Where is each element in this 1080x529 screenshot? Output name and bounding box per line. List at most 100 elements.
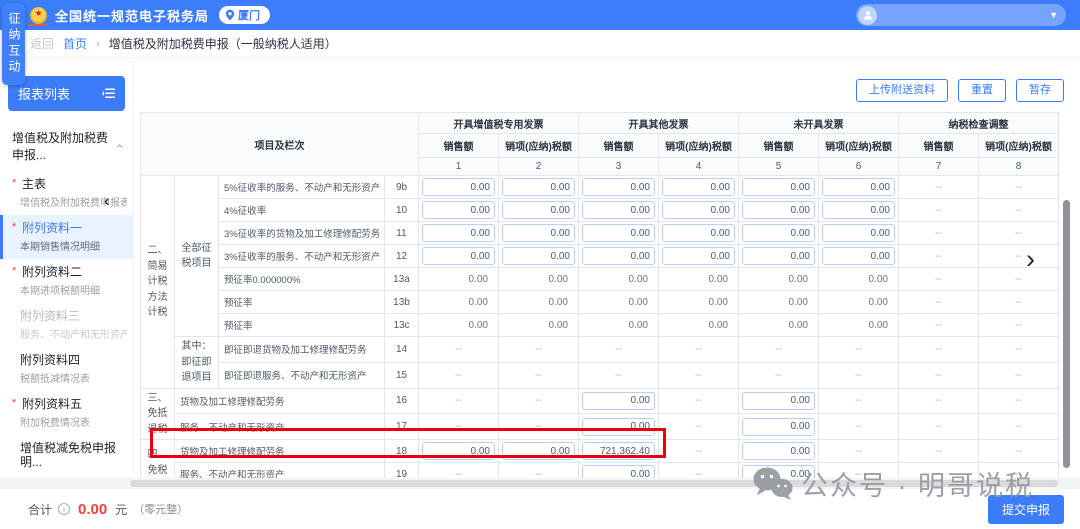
location-badge[interactable]: 厦门: [219, 6, 271, 24]
sidebar-item[interactable]: 附列资料四税额抵减情况表: [0, 347, 133, 391]
empty-cell: --: [935, 296, 942, 308]
user-account-pill[interactable]: ▼: [856, 4, 1066, 26]
amount-input[interactable]: [502, 442, 575, 460]
amount-readonly: 0.00: [548, 273, 568, 285]
reset-button[interactable]: 重置: [958, 79, 1006, 103]
back-button[interactable]: 返回: [30, 35, 54, 52]
amount-input[interactable]: [742, 247, 815, 265]
upload-attachment-button[interactable]: 上传附送资料: [856, 79, 948, 103]
declaration-table: 项目及栏次 开具增值税专用发票 开具其他发票 未开具发票 纳税检查调整 销售额 销项(应纳)…: [140, 112, 1059, 486]
submit-declaration-button[interactable]: 提交申报: [987, 494, 1064, 524]
interaction-side-tab[interactable]: 征纳互动: [2, 3, 25, 85]
amount-input[interactable]: [582, 442, 655, 460]
required-asterisk: *: [12, 397, 17, 409]
amount-input[interactable]: [502, 178, 575, 196]
vertical-scrollbar[interactable]: [1063, 200, 1070, 468]
row-item-name: 4%征收率: [218, 198, 385, 222]
amount-input[interactable]: [662, 224, 735, 242]
amount-input[interactable]: [582, 417, 655, 436]
required-asterisk: *: [12, 265, 17, 277]
col-group-header: 未开具发票: [738, 112, 899, 134]
amount-input[interactable]: [742, 442, 815, 460]
amount-readonly: 0.00: [788, 296, 808, 308]
empty-cell: --: [775, 369, 782, 381]
row-number: 14: [384, 336, 419, 363]
amount-readonly: 0.00: [628, 296, 648, 308]
amount-input[interactable]: [582, 201, 655, 219]
amount-input[interactable]: [502, 247, 575, 265]
sidebar-item[interactable]: * 主表 增值税及附加税费申报表: [0, 171, 133, 215]
sidebar-collapse-icon[interactable]: ‹: [104, 192, 110, 209]
chevron-up-icon: [116, 144, 123, 148]
row-group-label: 二、简易计税方法计税: [140, 175, 175, 389]
location-pin-icon: [225, 9, 235, 21]
row-subgroup-label: 其中：即征即退项目: [174, 336, 219, 389]
amount-input[interactable]: [742, 417, 815, 436]
row-item-name: 预征率: [218, 290, 385, 314]
amount-input[interactable]: [742, 201, 815, 219]
amount-readonly: 0.00: [628, 273, 648, 285]
amount-input[interactable]: [582, 178, 655, 196]
sidebar-item[interactable]: 增值税减免税申报明...: [0, 435, 133, 475]
amount-input[interactable]: [582, 391, 655, 410]
amount-input[interactable]: [422, 178, 495, 196]
amount-input[interactable]: [422, 247, 495, 265]
amount-readonly: 0.00: [708, 319, 728, 331]
horizontal-scrollbar[interactable]: [130, 480, 1058, 487]
amount-input[interactable]: [742, 391, 815, 410]
amount-input[interactable]: [822, 178, 895, 196]
sidebar-item-title: 附列资料二: [22, 265, 83, 279]
col-group-header: 开具其他发票: [578, 112, 739, 134]
amount-readonly: 0.00: [548, 296, 568, 308]
amount-readonly: 0.00: [788, 319, 808, 331]
sidebar-item[interactable]: 附列资料三服务、不动产和无形资产扣..: [0, 303, 133, 347]
breadcrumb-home-link[interactable]: 首页: [63, 35, 87, 52]
amount-input[interactable]: [582, 247, 655, 265]
amount-input[interactable]: [662, 247, 735, 265]
empty-cell: --: [615, 343, 622, 355]
table-row: 4%征收率10 -- --: [141, 198, 1059, 222]
table-row: 预征率 13c 0.00 0.00 0.00 0.00 0.00 0.00 -- --: [141, 313, 1059, 337]
sidebar-item[interactable]: * 附列资料五 附加税费情况表: [0, 391, 133, 435]
sidebar-item-subtitle: 税额抵减情况表: [20, 374, 90, 385]
amount-input[interactable]: [822, 201, 895, 219]
row-number: 9b: [384, 175, 419, 199]
temp-save-button[interactable]: 暂存: [1016, 79, 1064, 103]
report-list-header[interactable]: 报表列表: [8, 76, 125, 111]
info-icon: i: [58, 503, 71, 515]
table-row: 服务、不动产和无形资产17 -- -- -- -- -- --: [141, 413, 1059, 440]
row-item-name: 即征即退服务、不动产和无形资产: [218, 361, 385, 389]
amount-input[interactable]: [662, 201, 735, 219]
empty-cell: --: [535, 369, 542, 381]
empty-cell: --: [455, 395, 462, 407]
amount-input[interactable]: [822, 247, 895, 265]
sub-header: 销售额: [578, 133, 659, 158]
amount-input[interactable]: [502, 224, 575, 242]
row-item-name: 5%征收率的服务、不动产和无形资产: [218, 175, 385, 199]
sub-header: 销售额: [898, 133, 979, 158]
row-number: 18: [384, 439, 419, 463]
empty-cell: --: [615, 369, 622, 381]
column-number: 1: [418, 157, 499, 176]
breadcrumb: 返回 首页 › 增值税及附加税费申报（一般纳税人适用）: [0, 30, 1080, 58]
column-number: 8: [978, 157, 1059, 176]
sidebar-item-subtitle: 本期销售情况明细: [20, 242, 100, 253]
empty-cell: --: [935, 181, 942, 193]
sidebar-item[interactable]: * 附列资料一 本期销售情况明细: [0, 215, 133, 259]
amount-input[interactable]: [422, 224, 495, 242]
amount-input[interactable]: [422, 201, 495, 219]
scroll-right-icon[interactable]: ›: [1026, 246, 1035, 273]
sidebar-item-title: 附列资料四: [20, 353, 81, 367]
amount-input[interactable]: [742, 224, 815, 242]
sidebar-group-header[interactable]: 增值税及附加税费申报...: [0, 123, 133, 171]
amount-readonly: 0.00: [868, 319, 888, 331]
report-list-sidebar: 报表列表 增值税及附加税费申报... * 主表 增值税及附加税费申报表 * 附列资料一本…: [0, 59, 134, 478]
amount-input[interactable]: [422, 442, 495, 460]
amount-input[interactable]: [822, 224, 895, 242]
amount-input[interactable]: [502, 201, 575, 219]
amount-input[interactable]: [582, 224, 655, 242]
amount-input[interactable]: [662, 178, 735, 196]
sidebar-item[interactable]: * 附列资料二 本期进项税额明细: [0, 259, 133, 303]
empty-cell: --: [535, 421, 542, 433]
amount-input[interactable]: [742, 178, 815, 196]
